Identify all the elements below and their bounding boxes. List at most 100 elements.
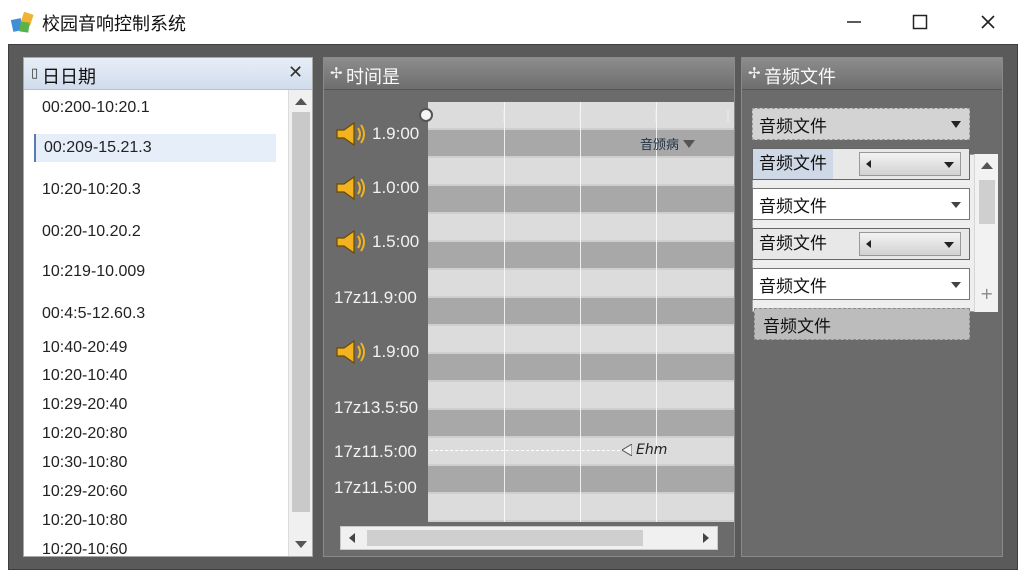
audio-panel-title: 音频文件: [764, 67, 836, 88]
audio-file-dropdown[interactable]: 音频文件: [752, 108, 970, 140]
schedule-row[interactable]: 1.9:00: [334, 336, 419, 368]
timeline-hscrollbar[interactable]: [340, 526, 718, 550]
scroll-down-icon[interactable]: [295, 541, 307, 548]
close-panel-icon[interactable]: ✕: [288, 62, 303, 83]
list-item[interactable]: 00:4:5-12.60.3: [34, 300, 276, 328]
timeline-ruler: [503, 110, 729, 122]
timeline-row: [428, 298, 734, 324]
scroll-up-icon[interactable]: [981, 162, 993, 169]
timeline-row: [428, 214, 734, 240]
timeline-row: [428, 158, 734, 184]
chevron-left-icon: [866, 160, 871, 168]
speaker-icon: [336, 229, 365, 255]
schedule-time: 1.9:00: [372, 342, 420, 361]
maximize-button[interactable]: [898, 6, 942, 38]
audio-panel-header: ✢ 音频文件: [742, 58, 1002, 90]
list-item[interactable]: 10:29-20:40: [34, 391, 276, 419]
chevron-down-icon: [944, 242, 954, 248]
audio-file-item[interactable]: 音频文件: [752, 228, 970, 260]
track-dropdown[interactable]: 音颁病: [640, 134, 696, 153]
schedule-row[interactable]: 17z11.5:00: [334, 472, 417, 504]
timeline-row: [428, 326, 734, 352]
schedule-time: 17z11.5:00: [334, 442, 417, 461]
pin-icon[interactable]: ✢: [748, 64, 761, 82]
scrollbar-thumb[interactable]: [292, 112, 310, 512]
schedule-time: 17z13.5:50: [334, 398, 419, 417]
add-icon[interactable]: +: [980, 284, 993, 303]
timeline-gridline: [580, 102, 581, 522]
timeline-row: [428, 270, 734, 296]
panel-pin-icon: ▯: [31, 66, 39, 81]
speaker-icon: [336, 121, 365, 147]
audio-file-selector[interactable]: [859, 232, 961, 256]
timeline-gridline: [504, 102, 505, 522]
scroll-up-icon[interactable]: [295, 98, 307, 105]
timeline-dash-line: [430, 450, 620, 451]
schedule-row[interactable]: 17z11.5:00: [334, 436, 417, 468]
date-panel-header: ▯ 日日期 ✕: [24, 58, 312, 90]
audio-file-bottom-item[interactable]: 音频文件: [754, 308, 970, 340]
date-list-scrollbar[interactable]: [288, 90, 312, 556]
list-item[interactable]: 10:29-20:60: [34, 478, 276, 506]
schedule-time: 1.9:00: [372, 124, 420, 143]
timeline-row: [428, 410, 734, 436]
list-item[interactable]: 10:40-20:49: [34, 334, 276, 362]
scrollbar-thumb[interactable]: [979, 180, 995, 224]
audio-file-label: 音频文件: [753, 149, 833, 179]
schedule-time: 1.5:00: [372, 232, 420, 251]
list-item[interactable]: 10:20-20:80: [34, 420, 276, 448]
list-item[interactable]: 10:20-10:60: [34, 536, 276, 556]
audio-file-selector[interactable]: [859, 152, 961, 176]
timeline-row: [428, 466, 734, 492]
scroll-right-icon[interactable]: [703, 533, 709, 543]
chevron-down-icon: [951, 282, 961, 288]
minimize-button[interactable]: [832, 6, 876, 38]
list-item[interactable]: 10:20-10:20.3: [34, 176, 276, 204]
pin-icon[interactable]: ✢: [330, 64, 343, 82]
timeline-marker[interactable]: Ehm: [622, 442, 667, 458]
close-window-button[interactable]: [966, 6, 1010, 38]
timeline-panel-header: ✢ 时间昰: [324, 58, 734, 90]
scroll-left-icon[interactable]: [349, 533, 355, 543]
list-item[interactable]: 10:30-10:80: [34, 449, 276, 477]
list-item[interactable]: 10:219-10.009: [34, 258, 276, 286]
date-panel-title: 日日期: [42, 67, 96, 88]
chevron-down-icon: [683, 139, 696, 148]
maximize-icon: [912, 14, 928, 30]
speaker-icon: [336, 175, 365, 201]
speaker-icon: [336, 339, 365, 365]
list-item[interactable]: 00:200-10:20.1: [34, 94, 276, 122]
title-bar: 校园音响控制系统: [0, 0, 1024, 44]
schedule-time: 17z11.9:00: [334, 288, 417, 307]
audio-file-item[interactable]: 音频文件: [752, 188, 970, 220]
chevron-down-icon: [951, 202, 961, 208]
timeline-gridline: [656, 102, 657, 522]
audio-list-scrollbar[interactable]: +: [974, 154, 998, 312]
schedule-row[interactable]: 1.0:00: [334, 172, 419, 204]
schedule-row[interactable]: 1.5:00: [334, 226, 419, 258]
date-panel: ▯ 日日期 ✕ 00:200-10:20.1 00:209-15.21.3 10…: [23, 57, 313, 557]
audio-file-item[interactable]: 音频文件: [752, 268, 970, 300]
minimize-icon: [847, 21, 861, 23]
marker-label: Ehm: [636, 442, 668, 458]
schedule-row[interactable]: 17z13.5:50: [334, 392, 418, 424]
list-item[interactable]: 00:20-10.20.2: [34, 218, 276, 246]
chevron-down-icon: [951, 121, 961, 128]
timeline-row: [428, 438, 734, 464]
list-item[interactable]: 10:20-10:40: [34, 362, 276, 390]
track-dropdown-label: 音颁病: [640, 138, 680, 153]
timeline-track[interactable]: [428, 102, 734, 522]
timeline-panel-title: 时间昰: [346, 67, 400, 88]
playhead-handle[interactable]: [419, 108, 433, 122]
schedule-row[interactable]: 17z11.9:00: [334, 282, 417, 314]
list-item-selected[interactable]: 00:209-15.21.3: [34, 134, 276, 162]
audio-file-panel: ✢ 音频文件 音频文件 音频文件 音频文件 音频文件 音频文件 + 音频文件: [741, 57, 1003, 557]
window-title: 校园音响控制系统: [42, 14, 186, 35]
audio-file-item[interactable]: 音频文件: [752, 148, 970, 180]
schedule-time: 17z11.5:00: [334, 478, 417, 497]
scrollbar-thumb[interactable]: [367, 530, 643, 546]
audio-file-label: 音频文件: [753, 229, 833, 259]
date-list[interactable]: 00:200-10:20.1 00:209-15.21.3 10:20-10:2…: [24, 90, 288, 556]
schedule-row[interactable]: 1.9:00: [334, 118, 419, 150]
list-item[interactable]: 10:20-10:80: [34, 507, 276, 535]
